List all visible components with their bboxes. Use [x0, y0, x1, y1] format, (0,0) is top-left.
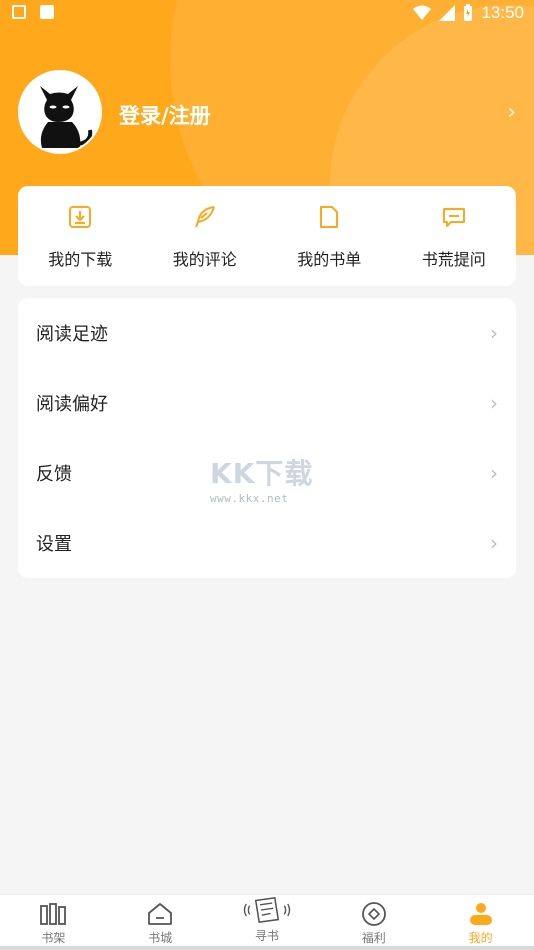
nav-label: 寻书: [254, 929, 279, 943]
menu-item-label: 阅读偏好: [36, 394, 108, 415]
bookshelf-icon: [40, 903, 67, 925]
find-book-icon: [243, 896, 291, 924]
watermark-logo: KK下载: [210, 457, 314, 490]
nav-label: 我的: [468, 931, 493, 945]
nav-label: 福利: [361, 931, 386, 945]
document-icon: [320, 206, 339, 228]
signal-icon: [439, 5, 456, 21]
chat-icon: [442, 208, 465, 227]
menu-item-reading-preferences[interactable]: 阅读偏好 ›: [18, 368, 516, 438]
nav-item-bookshelf[interactable]: 书架: [0, 895, 107, 950]
menu-item-label: 反馈: [36, 464, 72, 485]
profile-icon: [469, 903, 492, 925]
nav-label: 书城: [148, 931, 173, 945]
quick-action-booklist[interactable]: 我的书单: [267, 186, 392, 286]
menu-item-label: 阅读足迹: [36, 324, 108, 345]
chevron-right-icon: ›: [490, 321, 498, 345]
download-icon: [69, 206, 92, 228]
wifi-icon: [413, 5, 432, 20]
quick-action-comments[interactable]: 我的评论: [143, 186, 268, 286]
feather-icon: [194, 206, 215, 228]
menu-card: 阅读足迹 › 阅读偏好 › 反馈 › 设置 ›: [18, 298, 516, 578]
quick-action-label: 我的评论: [172, 250, 237, 269]
quick-actions-card: 我的下载 我的评论 我的书单 书荒提问: [18, 186, 516, 286]
coin-icon: [361, 902, 386, 926]
menu-item-settings[interactable]: 设置 ›: [18, 508, 516, 578]
bottom-navigation: 书架 书城 寻书 福利 我的: [0, 894, 534, 950]
app-notification-icon: [40, 5, 54, 19]
cat-avatar-icon: [20, 72, 100, 152]
watermark-url: www.kkx.net: [210, 492, 289, 505]
quick-action-label: 我的书单: [297, 250, 362, 269]
menu-item-label: 设置: [36, 534, 72, 555]
chevron-right-icon: ›: [490, 461, 498, 485]
login-register-link[interactable]: 登录/注册: [119, 100, 211, 130]
chevron-right-icon: ›: [490, 531, 498, 555]
nav-item-welfare[interactable]: 福利: [320, 895, 427, 950]
avatar[interactable]: [18, 70, 102, 154]
nav-item-find-book[interactable]: 寻书: [214, 895, 321, 950]
quick-action-ask[interactable]: 书荒提问: [392, 186, 517, 286]
nav-item-bookstore[interactable]: 书城: [107, 895, 214, 950]
system-gesture-bar: [0, 946, 534, 950]
status-time: 13:50: [481, 3, 524, 22]
status-bar: 13:50: [0, 0, 534, 28]
bookstore-icon: [148, 903, 173, 925]
battery-icon: [464, 4, 473, 21]
chevron-right-icon[interactable]: ›: [507, 100, 516, 125]
nav-label: 书架: [41, 931, 66, 945]
quick-action-label: 书荒提问: [421, 250, 486, 269]
chevron-right-icon: ›: [490, 391, 498, 415]
nav-item-profile[interactable]: 我的: [427, 895, 534, 950]
quick-action-label: 我的下载: [48, 250, 113, 269]
quick-action-downloads[interactable]: 我的下载: [18, 186, 143, 286]
menu-item-reading-history[interactable]: 阅读足迹 ›: [18, 298, 516, 368]
qr-notification-icon: [12, 5, 26, 19]
profile-section[interactable]: 登录/注册 ›: [18, 70, 518, 156]
watermark: KK下载 www.kkx.net: [210, 452, 330, 512]
